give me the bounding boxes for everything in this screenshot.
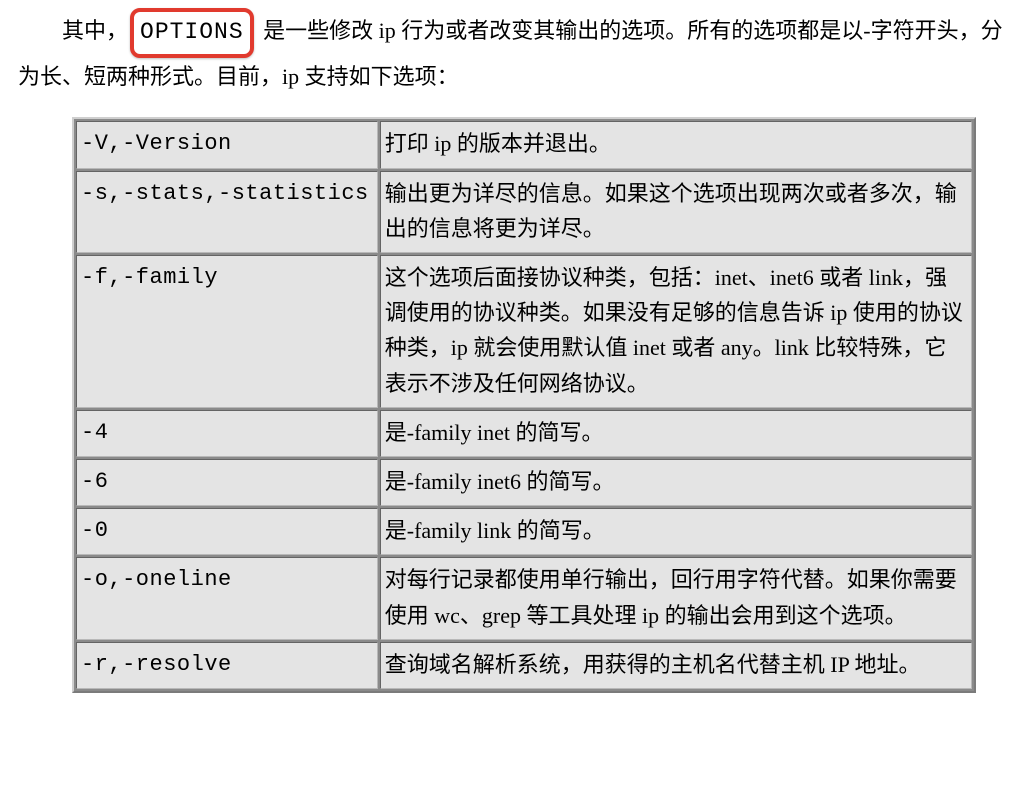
description-cell: 打印 ip 的版本并退出。 — [380, 121, 972, 168]
table-row: -0 是-family link 的简写。 — [76, 508, 972, 555]
option-cell: -6 — [76, 459, 378, 506]
options-table: -V,-Version 打印 ip 的版本并退出。 -s,-stats,-sta… — [72, 117, 976, 692]
table-row: -s,-stats,-statistics 输出更为详尽的信息。如果这个选项出现… — [76, 171, 972, 253]
description-cell: 输出更为详尽的信息。如果这个选项出现两次或者多次，输出的信息将更为详尽。 — [380, 171, 972, 253]
option-cell: -f,-family — [76, 255, 378, 408]
description-cell: 是-family link 的简写。 — [380, 508, 972, 555]
option-cell: -s,-stats,-statistics — [76, 171, 378, 253]
intro-paragraph: 其中，OPTIONS 是一些修改 ip 行为或者改变其输出的选项。所有的选项都是… — [18, 8, 1016, 95]
options-highlight-text: OPTIONS — [140, 19, 244, 45]
options-highlight-box: OPTIONS — [130, 8, 254, 58]
description-cell: 对每行记录都使用单行输出，回行用字符代替。如果你需要使用 wc、grep 等工具… — [380, 557, 972, 639]
description-cell: 这个选项后面接协议种类，包括：inet、inet6 或者 link，强调使用的协… — [380, 255, 972, 408]
page-content: 其中，OPTIONS 是一些修改 ip 行为或者改变其输出的选项。所有的选项都是… — [0, 0, 1034, 693]
option-cell: -o,-oneline — [76, 557, 378, 639]
option-cell: -4 — [76, 410, 378, 457]
description-cell: 查询域名解析系统，用获得的主机名代替主机 IP 地址。 — [380, 642, 972, 689]
description-cell: 是-family inet6 的简写。 — [380, 459, 972, 506]
table-row: -f,-family 这个选项后面接协议种类，包括：inet、inet6 或者 … — [76, 255, 972, 408]
table-row: -o,-oneline 对每行记录都使用单行输出，回行用字符代替。如果你需要使用… — [76, 557, 972, 639]
option-cell: -r,-resolve — [76, 642, 378, 689]
option-cell: -V,-Version — [76, 121, 378, 168]
table-row: -6 是-family inet6 的简写。 — [76, 459, 972, 506]
table-container: -V,-Version 打印 ip 的版本并退出。 -s,-stats,-sta… — [18, 117, 1016, 692]
option-cell: -0 — [76, 508, 378, 555]
intro-prefix: 其中， — [62, 18, 128, 43]
table-row: -r,-resolve 查询域名解析系统，用获得的主机名代替主机 IP 地址。 — [76, 642, 972, 689]
description-cell: 是-family inet 的简写。 — [380, 410, 972, 457]
table-row: -4 是-family inet 的简写。 — [76, 410, 972, 457]
table-row: -V,-Version 打印 ip 的版本并退出。 — [76, 121, 972, 168]
